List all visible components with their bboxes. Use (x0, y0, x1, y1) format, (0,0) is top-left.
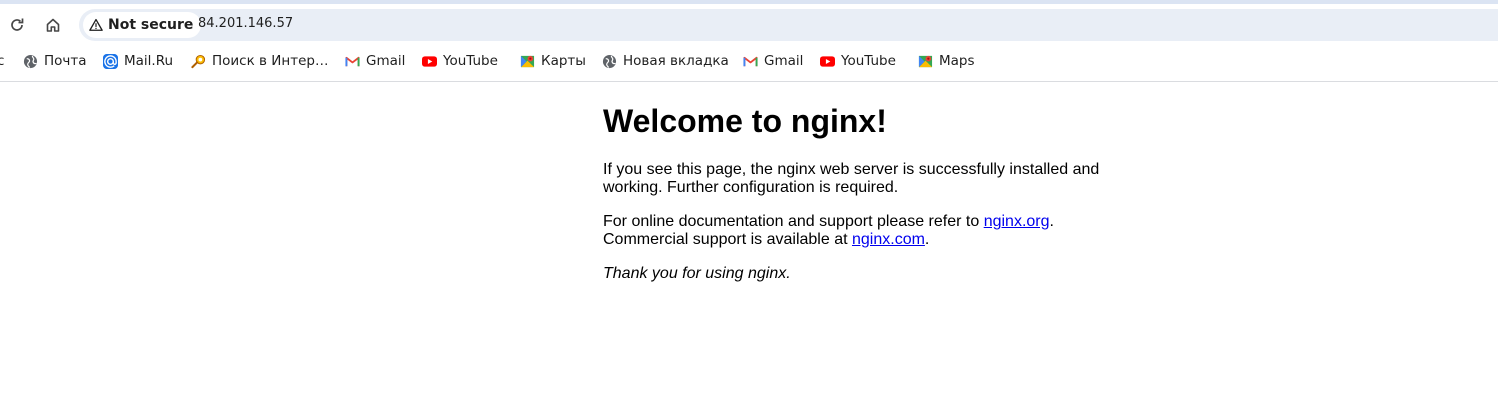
bookmarks-bar: с Почта Mail.Ru Поиск в Интер… Gmail You… (0, 45, 1498, 82)
bookmark-label: YouTube (443, 53, 498, 69)
thanks-paragraph: Thank you for using nginx. (603, 265, 1123, 283)
mailru-icon (103, 53, 118, 69)
bookmark-label: с (0, 53, 5, 69)
gmail-icon (743, 54, 758, 69)
security-label: Not secure (108, 17, 194, 33)
bookmark-label: Поиск в Интер… (212, 53, 329, 69)
bookmark-label: Новая вкладка (623, 53, 729, 69)
bookmark-gmail-2[interactable]: Gmail (743, 53, 803, 69)
search-key-icon (191, 54, 206, 69)
page-content: Welcome to nginx! If you see this page, … (603, 100, 1123, 299)
docs-paragraph: For online documentation and support ple… (603, 213, 1123, 249)
maps-icon (520, 54, 535, 69)
youtube-icon (422, 54, 437, 69)
commercial-period: . (924, 231, 930, 248)
nginx-org-link[interactable]: nginx.org (984, 213, 1050, 230)
bookmark-label: Почта (44, 53, 87, 69)
gmail-icon (345, 54, 360, 69)
globe-icon (602, 54, 617, 69)
bookmark-youtube-1[interactable]: YouTube (422, 53, 498, 69)
thanks-text: Thank you for using nginx. (603, 265, 791, 282)
docs-text: For online documentation and support ple… (603, 213, 984, 230)
maps-icon (918, 54, 933, 69)
home-icon (46, 18, 60, 32)
docs-period: . (1049, 213, 1054, 230)
bookmark-label: YouTube (841, 53, 896, 69)
commercial-text: Commercial support is available at (603, 231, 852, 248)
install-message: If you see this page, the nginx web serv… (603, 161, 1100, 196)
bookmark-maps[interactable]: Maps (918, 53, 975, 69)
bookmark-label: Maps (939, 53, 975, 69)
globe-icon (23, 54, 38, 69)
reload-button[interactable] (3, 11, 31, 39)
bookmark-label: Gmail (764, 53, 804, 69)
page-title: Welcome to nginx! (603, 103, 887, 139)
bookmark-label: Карты (541, 53, 586, 69)
url-text[interactable]: 84.201.146.57 (198, 16, 293, 31)
address-bar[interactable]: Not secure 84.201.146.57 (79, 9, 1498, 41)
bookmark-new-tab[interactable]: Новая вкладка (602, 53, 729, 69)
youtube-icon (820, 54, 835, 69)
bookmark-label: Gmail (366, 53, 406, 69)
home-button[interactable] (39, 11, 67, 39)
bookmark-label: Mail.Ru (124, 53, 174, 69)
bookmark-youtube-2[interactable]: YouTube (820, 53, 896, 69)
warning-icon (89, 18, 103, 31)
bookmark-gmail-1[interactable]: Gmail (345, 53, 405, 69)
bookmark-search[interactable]: Поиск в Интер… (191, 53, 328, 69)
reload-icon (11, 18, 24, 31)
nginx-com-link[interactable]: nginx.com (852, 231, 925, 248)
browser-toolbar: Not secure 84.201.146.57 (0, 4, 1498, 45)
bookmark-karty[interactable]: Карты (520, 53, 586, 69)
bookmark-truncated[interactable]: с (0, 53, 4, 69)
bookmark-pochta[interactable]: Почта (23, 53, 87, 69)
security-chip[interactable]: Not secure (83, 12, 202, 38)
bookmark-mailru[interactable]: Mail.Ru (103, 53, 173, 69)
